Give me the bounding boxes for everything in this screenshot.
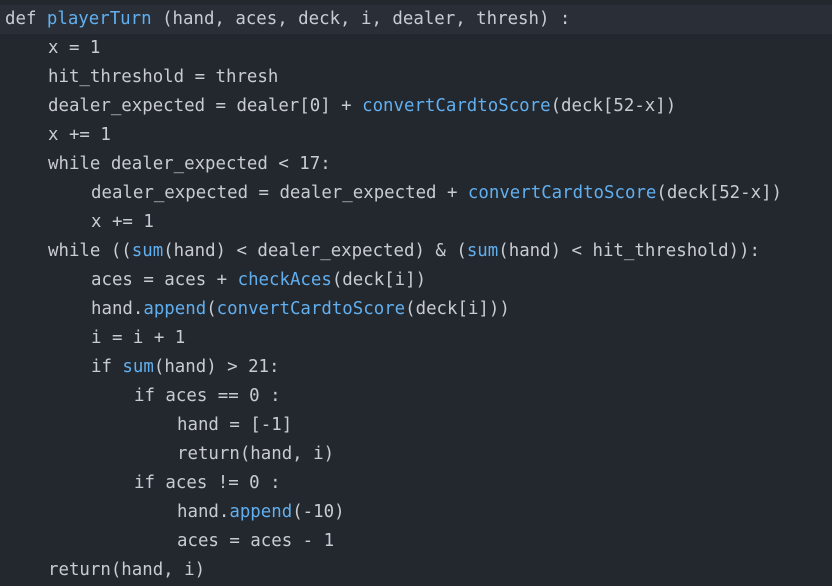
code-token: dealer_expected = dealer_expected + bbox=[91, 183, 468, 203]
code-line[interactable]: if aces == 0 : bbox=[5, 382, 281, 411]
code-line[interactable]: dealer_expected = dealer[0] + convertCar… bbox=[5, 92, 676, 121]
code-token: (deck[i])) bbox=[405, 299, 510, 319]
code-function-token: sum bbox=[122, 357, 154, 377]
code-line[interactable]: return(hand, i) bbox=[5, 556, 205, 585]
code-token: ( bbox=[206, 299, 217, 319]
code-token: x = 1 bbox=[48, 38, 101, 58]
code-token: i = i + 1 bbox=[91, 328, 186, 348]
code-token: (hand) < dealer_expected) & ( bbox=[163, 241, 467, 261]
code-line[interactable]: if aces != 0 : bbox=[5, 469, 281, 498]
code-function-token: append bbox=[143, 299, 207, 319]
code-line[interactable]: while ((sum(hand) < dealer_expected) & (… bbox=[5, 237, 760, 266]
code-token: (deck[52-x]) bbox=[550, 96, 677, 116]
code-line[interactable]: x += 1 bbox=[5, 208, 154, 237]
code-line[interactable]: i = i + 1 bbox=[5, 324, 185, 353]
code-function-token: sum bbox=[466, 241, 499, 261]
code-token: hand = [-1] bbox=[177, 415, 293, 435]
code-line[interactable]: hit_threshold = thresh bbox=[5, 63, 278, 92]
code-token: x += 1 bbox=[91, 212, 154, 232]
code-line[interactable]: def playerTurn (hand, aces, deck, i, dea… bbox=[0, 5, 832, 34]
code-line[interactable]: x = 1 bbox=[5, 34, 100, 63]
code-token: dealer_expected = dealer[0] + bbox=[48, 96, 363, 116]
code-token: aces = aces - 1 bbox=[177, 531, 335, 551]
code-line[interactable]: return(hand, i) bbox=[5, 440, 334, 469]
code-token: while (( bbox=[48, 241, 132, 261]
code-line[interactable]: hand = [-1] bbox=[5, 411, 292, 440]
code-token: return(hand, i) bbox=[177, 444, 335, 464]
code-line[interactable]: x += 1 bbox=[5, 121, 111, 150]
code-line[interactable]: hand.append(-10) bbox=[5, 498, 345, 527]
code-line[interactable]: if sum(hand) > 21: bbox=[5, 353, 279, 382]
code-function-token: convertCardtoScore bbox=[467, 183, 657, 203]
code-function-token: convertCardtoScore bbox=[216, 299, 406, 319]
code-line[interactable]: while dealer_expected < 17: bbox=[5, 150, 331, 179]
code-function-token: append bbox=[229, 502, 293, 522]
code-token: (hand, aces, deck, i, dealer, thresh) : bbox=[151, 9, 571, 29]
code-token: def bbox=[5, 9, 47, 29]
code-token: (hand) < hit_threshold)): bbox=[498, 241, 761, 261]
code-token: while dealer_expected < 17: bbox=[48, 154, 331, 174]
code-token: hand. bbox=[177, 502, 230, 522]
code-editor[interactable]: def playerTurn (hand, aces, deck, i, dea… bbox=[0, 0, 832, 586]
code-token: hit_threshold = thresh bbox=[48, 67, 279, 87]
code-function-token: playerTurn bbox=[46, 9, 152, 29]
code-line[interactable]: dealer_expected = dealer_expected + conv… bbox=[5, 179, 782, 208]
code-line[interactable]: aces = aces + checkAces(deck[i]) bbox=[5, 266, 426, 295]
code-token: (-10) bbox=[292, 502, 345, 522]
code-token: if bbox=[91, 357, 123, 377]
code-line[interactable]: aces = aces - 1 bbox=[5, 527, 334, 556]
code-token: return(hand, i) bbox=[48, 560, 206, 580]
code-function-token: checkAces bbox=[237, 270, 332, 290]
code-token: (hand) > 21: bbox=[153, 357, 280, 377]
code-token: hand. bbox=[91, 299, 144, 319]
code-line[interactable]: hand.append(convertCardtoScore(deck[i])) bbox=[5, 295, 510, 324]
code-token: aces = aces + bbox=[91, 270, 238, 290]
code-token: if aces == 0 : bbox=[134, 386, 281, 406]
code-token: x += 1 bbox=[48, 125, 111, 145]
code-token: if aces != 0 : bbox=[134, 473, 281, 493]
code-function-token: sum bbox=[131, 241, 164, 261]
code-token: (deck[52-x]) bbox=[656, 183, 783, 203]
code-token: (deck[i]) bbox=[331, 270, 427, 290]
code-function-token: convertCardtoScore bbox=[362, 96, 551, 116]
